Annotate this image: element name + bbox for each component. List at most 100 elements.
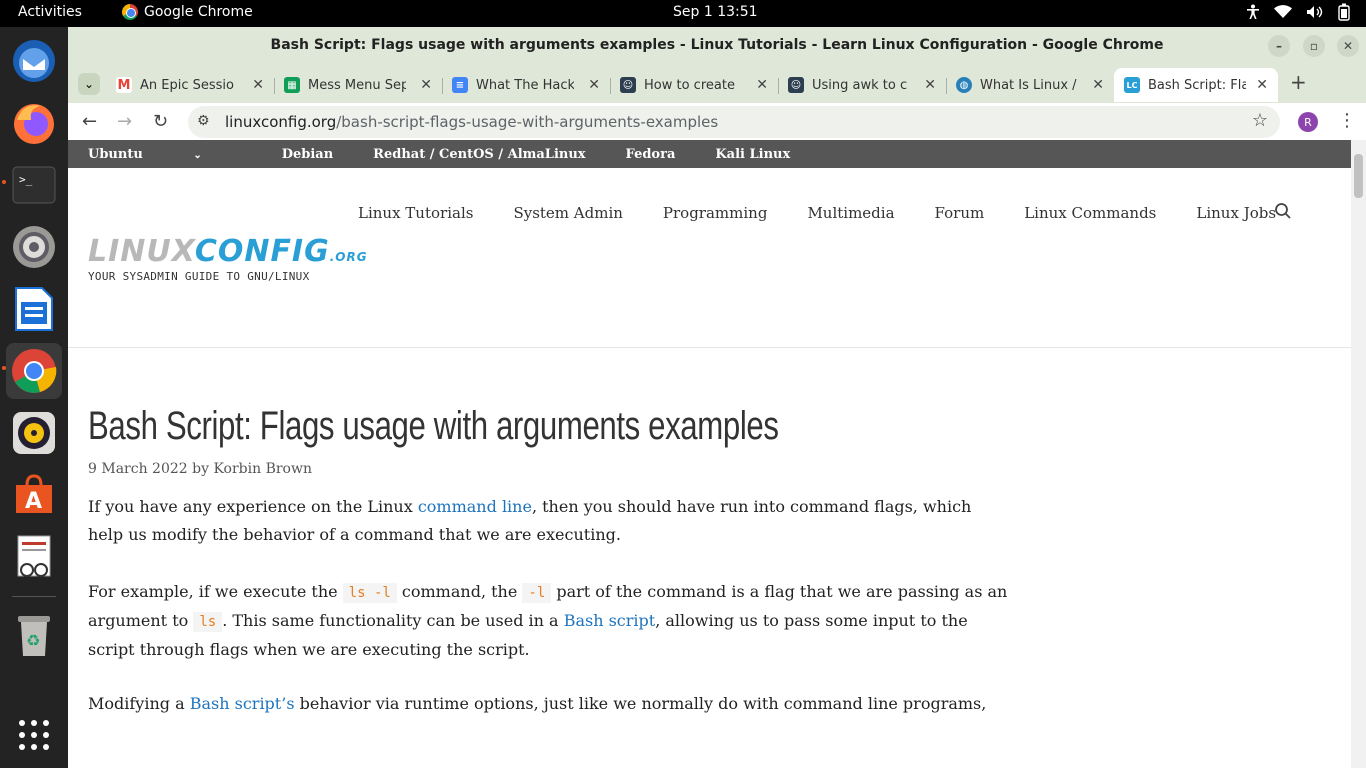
article-author[interactable]: Korbin Brown <box>213 461 312 477</box>
terminal-icon[interactable]: >_ <box>6 157 62 213</box>
paragraph-3: Modifying a Bash script’s behavior via r… <box>88 690 1008 718</box>
address-bar[interactable]: ⚙ linuxconfig.org/bash-script-flags-usag… <box>188 106 1280 138</box>
close-tab-icon[interactable]: ✕ <box>588 77 600 93</box>
site-logo[interactable]: LINUXCONFIG.ORG YOUR SYSADMIN GUIDE TO G… <box>88 234 368 283</box>
chrome-menu-icon[interactable]: ⋮ <box>1338 110 1356 131</box>
distro-nav-debian[interactable]: Debian <box>282 147 333 162</box>
site-info-icon[interactable]: ⚙ <box>197 113 210 129</box>
document-viewer-icon[interactable] <box>6 529 62 585</box>
chrome-window: Bash Script: Flags usage with arguments … <box>68 27 1366 768</box>
scrollbar-thumb[interactable] <box>1354 154 1363 198</box>
arrow-left-icon: ← <box>82 111 98 132</box>
site-header: LINUXCONFIG.ORG YOUR SYSADMIN GUIDE TO G… <box>68 168 1351 348</box>
bash-script-link[interactable]: Bash script <box>564 611 656 630</box>
software-center-icon[interactable]: A <box>6 467 62 523</box>
dock-separator <box>12 596 56 597</box>
plus-icon: + <box>1290 70 1307 94</box>
distro-nav-ubuntu[interactable]: Ubuntu ⌄ <box>88 147 242 162</box>
tab-gmail[interactable]: M An Epic Sessio ✕ <box>116 68 264 102</box>
activities-button[interactable]: Activities <box>18 4 82 20</box>
main-nav: Linux Tutorials System Admin Programming… <box>358 204 1316 222</box>
svg-text:>_: >_ <box>19 173 33 186</box>
logo-text-org: .ORG <box>329 250 368 264</box>
accessibility-icon[interactable] <box>1246 4 1260 20</box>
nav-programming[interactable]: Programming <box>663 204 768 222</box>
window-title: Bash Script: Flags usage with arguments … <box>270 37 1164 53</box>
text: Modifying a <box>88 694 190 713</box>
web-page: Ubuntu ⌄ Debian Redhat / CentOS / AlmaLi… <box>68 140 1351 768</box>
app-grid-icon[interactable] <box>6 707 62 763</box>
close-tab-icon[interactable]: ✕ <box>756 77 768 93</box>
gmail-icon: M <box>116 77 132 93</box>
battery-icon[interactable] <box>1338 3 1350 21</box>
inline-code: -l <box>522 583 552 603</box>
maximize-button[interactable]: ▫ <box>1303 35 1325 57</box>
tab-sheets[interactable]: ▦ Mess Menu Sep ✕ <box>284 68 432 102</box>
tab-how-to-create[interactable]: ☺ How to create ✕ <box>620 68 768 102</box>
forward-button[interactable]: → <box>117 111 132 132</box>
page-scrollbar[interactable] <box>1351 140 1366 768</box>
globe-icon: ◍ <box>956 77 972 93</box>
tab-search-button[interactable]: ⌄ <box>78 73 100 95</box>
distro-nav-redhat[interactable]: Redhat / CentOS / AlmaLinux <box>373 147 585 162</box>
close-tab-icon[interactable]: ✕ <box>1256 77 1268 93</box>
chevron-down-icon: ⌄ <box>193 149 202 161</box>
reload-button[interactable]: ↻ <box>153 111 168 132</box>
tab-docs[interactable]: ≡ What The Hack ✕ <box>452 68 600 102</box>
logo-text-config: CONFIG <box>194 234 330 269</box>
app-menu[interactable]: Google Chrome <box>122 4 253 20</box>
svg-text:♻: ♻ <box>26 631 40 650</box>
clock[interactable]: Sep 1 13:51 <box>673 4 758 20</box>
logo-tagline: YOUR SYSADMIN GUIDE TO GNU/LINUX <box>88 270 310 283</box>
app-name: Google Chrome <box>144 4 253 20</box>
reload-icon: ↻ <box>153 111 169 132</box>
sheets-icon: ▦ <box>284 77 300 93</box>
distro-nav-fedora[interactable]: Fedora <box>626 147 676 162</box>
nav-forum[interactable]: Forum <box>935 204 985 222</box>
volume-icon[interactable] <box>1306 5 1324 19</box>
thunderbird-icon[interactable] <box>6 33 62 89</box>
settings-icon[interactable] <box>6 219 62 275</box>
distro-nav-bar: Ubuntu ⌄ Debian Redhat / CentOS / AlmaLi… <box>68 140 1351 168</box>
close-window-button[interactable]: ✕ <box>1337 35 1359 57</box>
lc-icon: LC <box>1124 77 1140 93</box>
tab-what-is-linux[interactable]: ◍ What Is Linux / ✕ <box>956 68 1104 102</box>
close-tab-icon[interactable]: ✕ <box>924 77 936 93</box>
rhythmbox-icon[interactable] <box>6 405 62 461</box>
text: command, the <box>396 582 523 601</box>
back-button[interactable]: ← <box>82 111 97 132</box>
tab-bash-script-active[interactable]: LC Bash Script: Fla ✕ <box>1114 68 1278 102</box>
firefox-icon[interactable] <box>6 95 62 151</box>
nav-linux-commands[interactable]: Linux Commands <box>1024 204 1156 222</box>
writer-icon[interactable] <box>6 281 62 337</box>
distro-nav-kali[interactable]: Kali Linux <box>715 147 790 162</box>
profile-avatar[interactable]: R <box>1298 112 1318 132</box>
system-tray[interactable] <box>1246 3 1350 21</box>
tab-using-awk[interactable]: ☺ Using awk to c ✕ <box>788 68 936 102</box>
close-tab-icon[interactable]: ✕ <box>1092 77 1104 93</box>
nav-system-admin[interactable]: System Admin <box>513 204 622 222</box>
command-line-link[interactable]: command line <box>418 497 532 516</box>
search-icon[interactable] <box>1274 202 1292 225</box>
new-tab-button[interactable]: + <box>1290 70 1307 94</box>
url-path: /bash-script-flags-usage-with-arguments-… <box>336 113 719 131</box>
distro-nav-label: Ubuntu <box>88 146 143 162</box>
title-bar[interactable]: Bash Script: Flags usage with arguments … <box>68 27 1366 64</box>
close-tab-icon[interactable]: ✕ <box>420 77 432 93</box>
chrome-dock-icon[interactable] <box>6 343 62 399</box>
url-text[interactable]: linuxconfig.org/bash-script-flags-usage-… <box>225 113 718 131</box>
url-host: linuxconfig.org <box>225 113 337 131</box>
bash-scripts-link[interactable]: Bash script’s <box>190 694 295 713</box>
nav-linux-jobs[interactable]: Linux Jobs <box>1196 204 1276 222</box>
article-date: 9 March 2022 <box>88 461 188 477</box>
logo-text-linux: LINUX <box>88 234 195 269</box>
wifi-icon[interactable] <box>1274 5 1292 19</box>
bookmark-star-icon[interactable]: ☆ <box>1252 110 1268 131</box>
nav-linux-tutorials[interactable]: Linux Tutorials <box>358 204 473 222</box>
nav-multimedia[interactable]: Multimedia <box>807 204 894 222</box>
close-tab-icon[interactable]: ✕ <box>252 77 264 93</box>
minimize-button[interactable]: – <box>1268 35 1290 57</box>
dock: >_ A ♻ <box>0 27 68 768</box>
trash-icon[interactable]: ♻ <box>6 607 62 663</box>
text: If you have any experience on the Linux <box>88 497 418 516</box>
